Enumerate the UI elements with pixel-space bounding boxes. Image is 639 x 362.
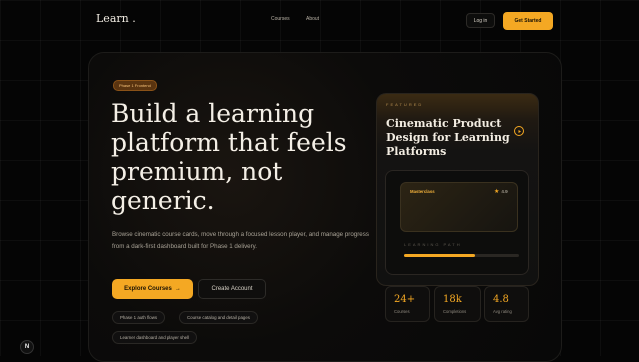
learning-path-progress [404, 254, 519, 257]
featured-label: FEATURED [386, 102, 424, 107]
login-button[interactable]: Log in [466, 13, 495, 28]
explore-courses-label: Explore Courses [124, 286, 172, 292]
rating-value: 4.9 [501, 189, 508, 194]
create-account-button[interactable]: Create Account [198, 279, 266, 299]
get-started-button[interactable]: Get Started [503, 12, 553, 30]
stat-label: Completions [443, 309, 467, 314]
dev-tools-badge[interactable]: N [20, 340, 34, 354]
arrow-right-icon: → [174, 286, 181, 292]
top-nav: Learn . Courses About Log in Get Started [0, 0, 639, 38]
nav-link-courses[interactable]: Courses [271, 16, 290, 22]
stat-value: 4.8 [493, 294, 509, 305]
progress-fill [404, 254, 476, 257]
masterclass-tag: Masterclass [410, 189, 435, 194]
stat-completions: 18k Completions [434, 286, 481, 322]
feature-chip-catalog: Course catalog and detail pages [179, 311, 258, 324]
logo[interactable]: Learn . [96, 12, 136, 25]
nav-link-about[interactable]: About [306, 16, 319, 22]
feature-chip-dashboard: Learner dashboard and player shell [112, 331, 198, 344]
stat-courses: 24+ Courses [385, 286, 430, 322]
stat-value: 18k [443, 294, 462, 305]
course-rating: ★ 4.9 [494, 188, 508, 195]
play-circle-icon[interactable] [514, 126, 524, 136]
star-icon: ★ [494, 189, 500, 195]
stat-label: Courses [394, 309, 410, 314]
explore-courses-button[interactable]: Explore Courses → [112, 279, 193, 299]
learning-path-label: LEARNING PATH [404, 242, 462, 247]
feature-chip-auth: Phase 1 auth flows [112, 311, 166, 324]
featured-course-title: Cinematic Product Design for Learning Pl… [386, 117, 510, 158]
hero-subtext: Browse cinematic course cards, move thro… [112, 231, 369, 250]
stat-value: 24+ [394, 294, 416, 305]
hero-headline: Build a learning platform that feels pre… [111, 99, 347, 215]
stat-avg-rating: 4.8 Avg rating [484, 286, 529, 322]
phase-badge: Phase 1 Frontend [113, 80, 157, 91]
stat-label: Avg rating [493, 309, 512, 314]
